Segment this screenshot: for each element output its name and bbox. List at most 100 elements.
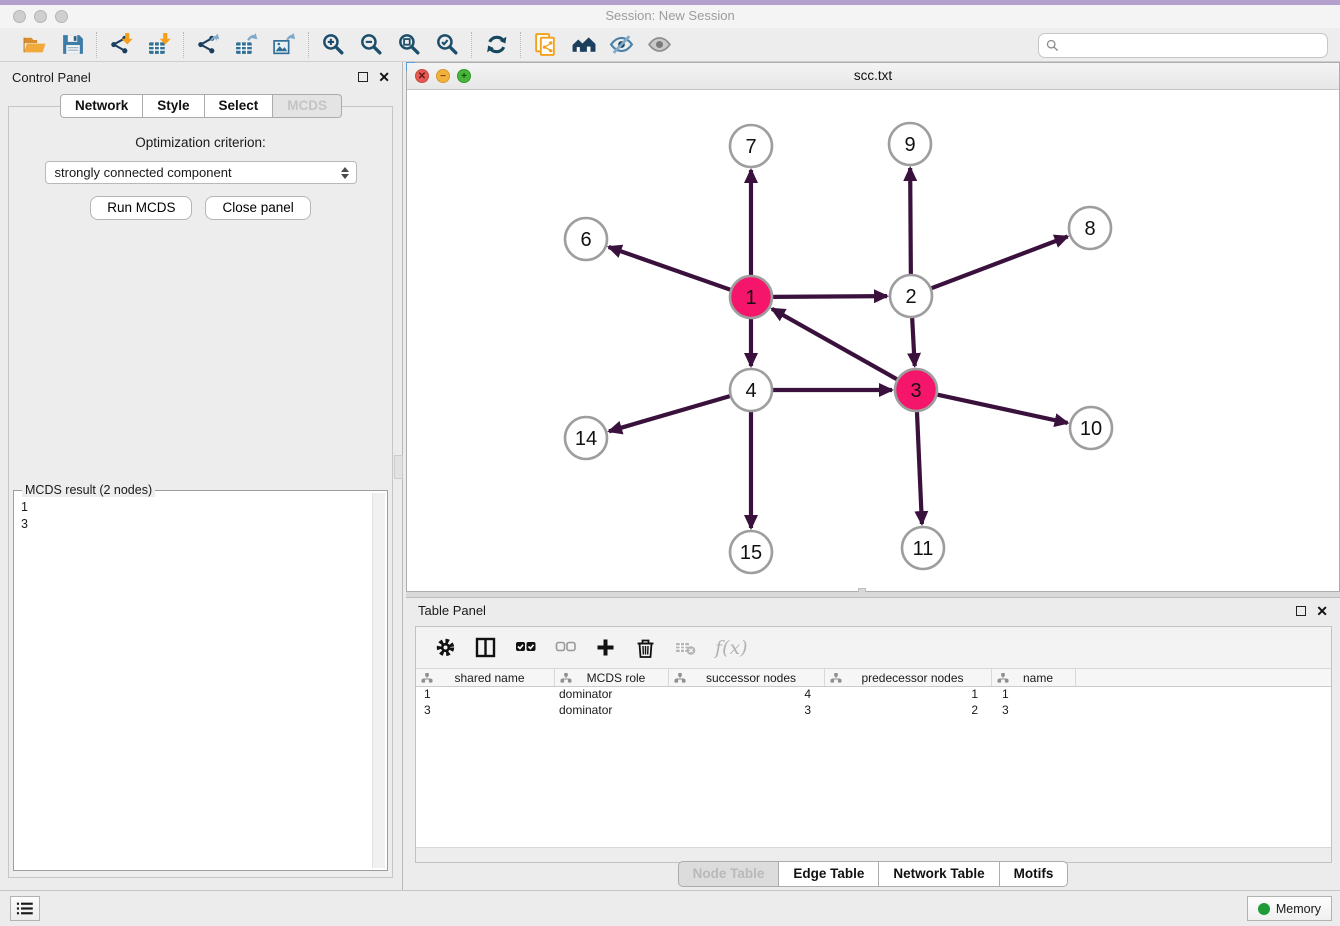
- node-table: f(x) shared nameMCDS rolesuccessor nodes…: [415, 626, 1332, 863]
- table-row[interactable]: 1dominator411: [416, 687, 1331, 703]
- float-panel-icon[interactable]: [358, 72, 368, 82]
- float-table-panel-icon[interactable]: [1296, 606, 1306, 616]
- memory-button[interactable]: Memory: [1247, 896, 1332, 921]
- network-canvas[interactable]: 7 9 6 8 1 2 4 3 14 10 15 11: [407, 90, 1339, 591]
- mcds-result-text: 1 3: [14, 491, 387, 540]
- table-cell: 1: [825, 687, 992, 703]
- zoom-out-icon[interactable]: [357, 31, 385, 59]
- clone-network-icon[interactable]: [531, 31, 559, 59]
- tab-style[interactable]: Style: [143, 94, 204, 118]
- criterion-value: strongly connected component: [55, 165, 232, 180]
- close-table-panel-icon[interactable]: ✕: [1316, 606, 1328, 616]
- tab-network[interactable]: Network: [60, 94, 143, 118]
- node-15[interactable]: 15: [730, 531, 772, 573]
- table-hscrollbar[interactable]: [416, 847, 1331, 862]
- zoom-fit-icon[interactable]: [395, 31, 423, 59]
- hide-graphics-icon[interactable]: [607, 31, 635, 59]
- column-layout-icon[interactable]: [475, 637, 496, 658]
- save-session-icon[interactable]: [58, 31, 86, 59]
- svg-text:2: 2: [905, 286, 916, 308]
- tab-network-table[interactable]: Network Table: [879, 861, 999, 887]
- edge-3-11[interactable]: [917, 412, 922, 524]
- edge-3-1[interactable]: [772, 309, 897, 379]
- open-file-icon[interactable]: [20, 31, 48, 59]
- svg-text:9: 9: [904, 134, 915, 156]
- node-9[interactable]: 9: [889, 123, 931, 165]
- table-cell: 3: [669, 703, 825, 719]
- edge-3-10[interactable]: [937, 395, 1067, 423]
- edge-2-9[interactable]: [910, 168, 911, 274]
- window-title: Session: New Session: [0, 8, 1340, 23]
- close-panel-button[interactable]: Close panel: [205, 196, 310, 220]
- vertical-splitter-handle[interactable]: [394, 455, 403, 479]
- tab-mcds[interactable]: MCDS: [273, 94, 342, 118]
- select-all-icon[interactable]: [515, 637, 536, 658]
- edge-2-3[interactable]: [912, 318, 915, 366]
- delete-table-icon: [675, 637, 696, 658]
- table-cell: dominator: [555, 687, 669, 703]
- criterion-select[interactable]: strongly connected component: [45, 161, 357, 184]
- function-builder-icon: f(x): [715, 637, 748, 659]
- edge-4-14[interactable]: [609, 396, 730, 431]
- edge-1-2[interactable]: [773, 296, 887, 297]
- export-network-icon[interactable]: [194, 31, 222, 59]
- svg-text:4: 4: [745, 380, 756, 402]
- table-tabs: Node TableEdge TableNetwork TableMotifs: [406, 861, 1340, 887]
- tab-edge-table[interactable]: Edge Table: [779, 861, 879, 887]
- control-panel-tabs: NetworkStyleSelectMCDS: [0, 94, 402, 118]
- svg-text:14: 14: [575, 428, 597, 450]
- delete-column-icon[interactable]: [635, 637, 656, 658]
- column-header-predecessor-nodes[interactable]: predecessor nodes: [825, 669, 992, 686]
- node-11[interactable]: 11: [902, 527, 944, 569]
- node-14[interactable]: 14: [565, 417, 607, 459]
- column-header-shared-name[interactable]: shared name: [416, 669, 555, 686]
- node-3[interactable]: 3: [895, 369, 937, 411]
- node-8[interactable]: 8: [1069, 207, 1111, 249]
- node-4[interactable]: 4: [730, 369, 772, 411]
- search-input[interactable]: [1063, 39, 1327, 53]
- tab-select[interactable]: Select: [205, 94, 274, 118]
- node-1[interactable]: 1: [730, 276, 772, 318]
- edge-2-8[interactable]: [932, 237, 1068, 289]
- svg-text:7: 7: [745, 136, 756, 158]
- svg-text:6: 6: [580, 229, 591, 251]
- settings-gear-icon[interactable]: [435, 637, 456, 658]
- table-cell: 4: [669, 687, 825, 703]
- import-network-icon[interactable]: [107, 31, 135, 59]
- table-panel-header: Table Panel ✕: [406, 598, 1340, 623]
- node-6[interactable]: 6: [565, 218, 607, 260]
- table-cell: 3: [992, 703, 1076, 719]
- zoom-in-icon[interactable]: [319, 31, 347, 59]
- add-column-icon[interactable]: [595, 637, 616, 658]
- table-cell: 1: [992, 687, 1076, 703]
- import-table-icon[interactable]: [145, 31, 173, 59]
- table-row[interactable]: 3dominator323: [416, 703, 1331, 719]
- home-icon[interactable]: [569, 31, 597, 59]
- close-panel-icon[interactable]: ✕: [378, 72, 390, 82]
- node-2[interactable]: 2: [890, 275, 932, 317]
- refresh-view-icon[interactable]: [482, 31, 510, 59]
- show-graphics-icon[interactable]: [645, 31, 673, 59]
- search-field[interactable]: [1038, 33, 1328, 58]
- run-mcds-button[interactable]: Run MCDS: [90, 196, 192, 220]
- table-header-row: shared nameMCDS rolesuccessor nodesprede…: [416, 668, 1331, 687]
- node-10[interactable]: 10: [1070, 407, 1112, 449]
- zoom-selected-icon[interactable]: [433, 31, 461, 59]
- column-header-MCDS-role[interactable]: MCDS role: [555, 669, 669, 686]
- result-scrollbar[interactable]: [372, 493, 385, 868]
- edge-1-6[interactable]: [609, 247, 731, 290]
- export-image-icon[interactable]: [270, 31, 298, 59]
- tab-node-table[interactable]: Node Table: [678, 861, 780, 887]
- svg-text:3: 3: [910, 380, 921, 402]
- column-header-successor-nodes[interactable]: successor nodes: [669, 669, 825, 686]
- column-header-name[interactable]: name: [992, 669, 1076, 686]
- table-cell: dominator: [555, 703, 669, 719]
- network-graph[interactable]: 7 9 6 8 1 2 4 3 14 10 15 11: [407, 90, 1339, 591]
- tab-motifs[interactable]: Motifs: [1000, 861, 1069, 887]
- network-window-titlebar[interactable]: ✕ − + scc.txt: [407, 63, 1339, 90]
- deselect-all-icon[interactable]: [555, 637, 576, 658]
- search-icon: [1046, 39, 1059, 52]
- export-table-icon[interactable]: [232, 31, 260, 59]
- task-history-button[interactable]: [10, 896, 40, 921]
- node-7[interactable]: 7: [730, 125, 772, 167]
